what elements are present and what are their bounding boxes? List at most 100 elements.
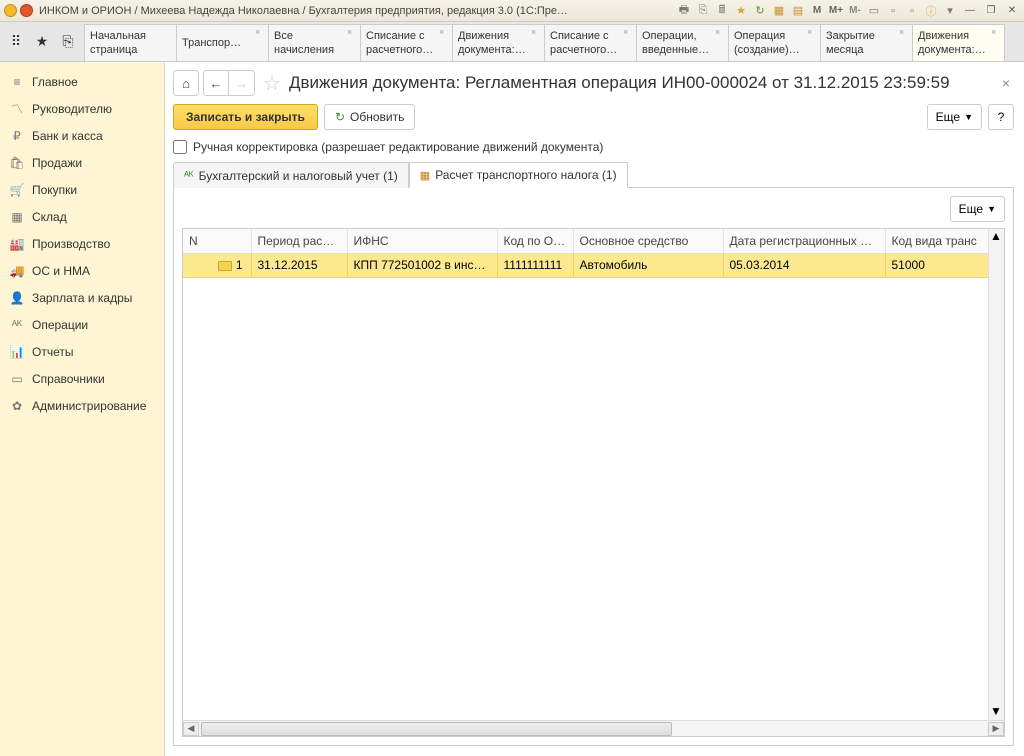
refresh-button[interactable]: ↻ Обновить [324,104,415,130]
nav-stock[interactable]: ▦Склад [0,203,164,230]
nav-label: Отчеты [32,345,73,359]
inner-tab-label: Бухгалтерский и налоговый учет (1) [199,169,398,183]
more-button[interactable]: Еще ▼ [927,104,982,130]
help-button[interactable]: ? [988,104,1014,130]
tool-clipboard-icon[interactable]: ▤ [791,4,805,18]
vertical-scrollbar[interactable]: ▲ ▼ [988,229,1004,720]
row-record-icon [218,261,232,271]
tool-memory-m[interactable]: М [810,4,824,18]
apps-grid-button[interactable]: ⠿ [4,30,28,54]
tab-close-icon[interactable]: × [439,27,449,37]
data-table-wrap: N Период рас… ИФНС Код по О… Основное ср… [182,228,1005,737]
tab-close-icon[interactable]: × [623,27,633,37]
scroll-thumb[interactable] [201,722,672,736]
nav-admin[interactable]: ✿Администрирование [0,392,164,419]
nav-payroll[interactable]: 👤Зарплата и кадры [0,284,164,311]
nav-sales[interactable]: 🛍Продажи [0,149,164,176]
th-transcode[interactable]: Код вида транс [885,229,1004,253]
panel-more-button[interactable]: Еще ▼ [950,196,1005,222]
tab-close-icon[interactable]: × [715,27,725,37]
scroll-right-button[interactable]: ▶ [988,722,1004,736]
manual-edit-checkbox[interactable] [173,140,187,154]
nav-main[interactable]: ≡Главное [0,68,164,95]
tab-close-icon[interactable]: × [531,27,541,37]
nav-label: Администрирование [32,399,146,413]
th-regdate[interactable]: Дата регистрационных дан… [723,229,885,253]
sidebar-toggle-button[interactable]: ⎘ [56,30,80,54]
window-restore[interactable]: ❐ [983,4,999,18]
th-asset[interactable]: Основное средство [573,229,723,253]
tab-close-icon[interactable]: × [991,27,1001,37]
tabbar: ⠿ ★ ⎘ Начальная страница Транспор…× Все … [0,22,1024,62]
table-row[interactable]: 1 31.12.2015 КПП 772501002 в инспе… 1111… [183,253,1004,277]
favorite-star-icon[interactable]: ☆ [263,71,281,96]
titlebar: ИНКОМ и ОРИОН / Михеева Надежда Николаев… [0,0,1024,22]
page-close-button[interactable]: × [998,71,1014,95]
th-okato[interactable]: Код по О… [497,229,573,253]
window-close[interactable]: ✕ [1004,4,1020,18]
tab-accruals[interactable]: Все начисления× [268,24,361,61]
tool-memory-mplus[interactable]: М+ [829,4,843,18]
tab-close-icon[interactable]: × [807,27,817,37]
back-button[interactable]: ← [203,70,229,96]
horizontal-scrollbar[interactable]: ◀ ▶ [183,720,1004,736]
nav-label: Покупки [32,183,77,197]
nav-reports[interactable]: 📊Отчеты [0,338,164,365]
tab-close-icon[interactable]: × [899,27,909,37]
tab-movements-active[interactable]: Движения документа:…× [912,24,1005,61]
tool-copy-icon[interactable]: ⎘ [696,4,710,18]
scroll-left-button[interactable]: ◀ [183,722,199,736]
manual-edit-label: Ручная корректировка (разрешает редактир… [193,140,603,154]
tool-options-1-icon[interactable]: ▫ [886,4,900,18]
window-minimize[interactable]: — [962,4,978,18]
tool-dropdown-icon[interactable]: ▾ [943,4,957,18]
save-and-close-button[interactable]: Записать и закрыть [173,104,318,130]
tool-options-2-icon[interactable]: ▫ [905,4,919,18]
tab-month-close[interactable]: Закрытие месяца× [820,24,913,61]
nav-bank[interactable]: ₽Банк и касса [0,122,164,149]
tab-writeoff-2[interactable]: Списание с расчетного…× [544,24,637,61]
cell-period: 31.12.2015 [251,253,347,277]
scroll-down-button[interactable]: ▼ [990,704,1004,720]
tool-info-icon[interactable]: ⓘ [924,4,938,18]
tool-memory-mminus[interactable]: М- [848,4,862,18]
home-button[interactable]: ⌂ [173,70,199,96]
tab-movements-1[interactable]: Движения документа:…× [452,24,545,61]
tab-transport[interactable]: Транспор…× [176,24,269,61]
nav-directories[interactable]: ▭ Справочники [0,365,164,392]
nav-label: Справочники [32,372,105,386]
manual-edit-row: Ручная корректировка (разрешает редактир… [173,140,1014,154]
tool-clock-icon[interactable]: ↻ [753,4,767,18]
nav-purchases[interactable]: 🛒Покупки [0,176,164,203]
tab-panel: Еще ▼ N Период рас… ИФНС Код по О… [173,188,1014,746]
favorite-button[interactable]: ★ [30,30,54,54]
tool-star-icon[interactable]: ★ [734,4,748,18]
page-header: ⌂ ← → ☆ Движения документа: Регламентная… [173,70,1014,96]
ruble-icon: ₽ [10,129,24,143]
tool-calc-icon[interactable]: 🖩 [715,4,729,18]
tab-writeoff-1[interactable]: Списание с расчетного…× [360,24,453,61]
scroll-up-button[interactable]: ▲ [990,229,1004,245]
tab-close-icon[interactable]: × [255,27,265,37]
tool-calendar-icon[interactable]: ▦ [772,4,786,18]
window-title: ИНКОМ и ОРИОН / Михеева Надежда Николаев… [39,5,569,17]
th-period[interactable]: Период рас… [251,229,347,253]
page-title: Движения документа: Регламентная операци… [289,73,950,93]
tool-print-icon[interactable]: 🖶 [677,4,691,18]
tab-operations[interactable]: Операции, введенные…× [636,24,729,61]
folder-icon: ▭ [10,372,24,386]
nav-production[interactable]: 🏭Производство [0,230,164,257]
forward-button[interactable]: → [229,70,255,96]
th-n[interactable]: N [183,229,251,253]
tab-operation-create[interactable]: Операция (создание)…× [728,24,821,61]
tab-close-icon[interactable]: × [347,27,357,37]
inner-tab-accounting[interactable]: ᴬᴷ Бухгалтерский и налоговый учет (1) [173,162,409,188]
tool-page-icon[interactable]: ▭ [867,4,881,18]
nav-assets[interactable]: 🚚ОС и НМА [0,257,164,284]
th-ifns[interactable]: ИФНС [347,229,497,253]
nav-label: Производство [32,237,110,251]
nav-operations[interactable]: ᴬᴷОперации [0,311,164,338]
tab-start-page[interactable]: Начальная страница [84,24,177,61]
nav-manager[interactable]: 〽Руководителю [0,95,164,122]
inner-tab-transport-tax[interactable]: ▦ Расчет транспортного налога (1) [409,162,628,188]
